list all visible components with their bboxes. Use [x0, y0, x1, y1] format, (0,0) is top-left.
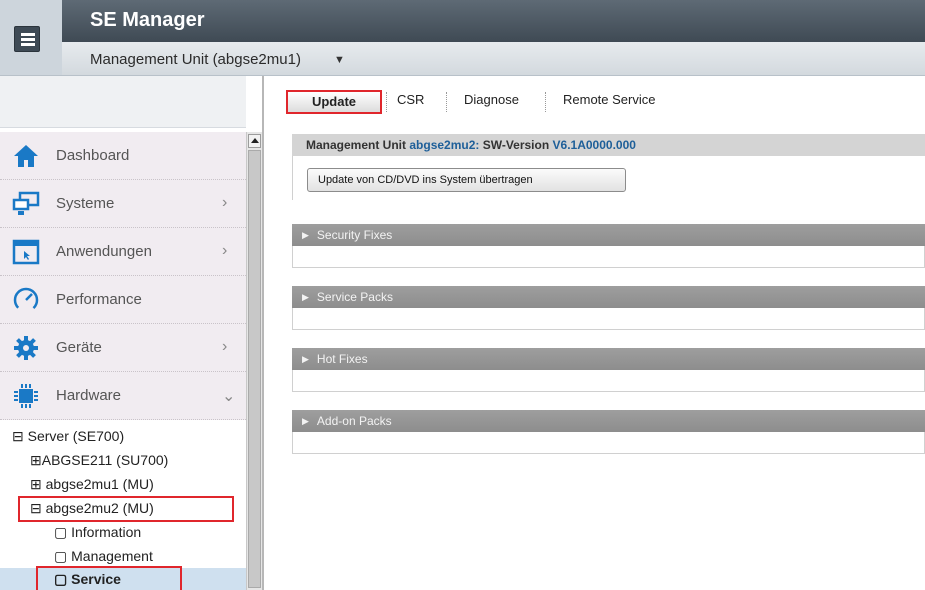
section-service-packs: ▶ Service Packs [292, 286, 925, 330]
chevron-right-icon[interactable]: › [222, 194, 227, 212]
sidebar: Dashboard Systeme › Anwendungen › Perfor… [0, 76, 262, 590]
monitor-icon [12, 191, 40, 215]
tree-node-information[interactable]: ▢ Information [54, 524, 141, 541]
expand-icon[interactable]: ▶ [302, 230, 309, 240]
section-header[interactable]: ▶ Hot Fixes [292, 348, 925, 370]
chevron-right-icon[interactable]: › [222, 242, 227, 260]
chevron-down-icon[interactable]: ⌄ [222, 386, 235, 406]
section-header[interactable]: ▶ Security Fixes [292, 224, 925, 246]
section-hot-fixes: ▶ Hot Fixes [292, 348, 925, 392]
section-header[interactable]: ▶ Add-on Packs [292, 410, 925, 432]
scroll-thumb[interactable] [248, 150, 261, 588]
home-icon [14, 145, 38, 167]
nav-item-performance[interactable]: Performance [0, 276, 246, 324]
nav-label: Performance [56, 291, 142, 308]
nav-item-anwendungen[interactable]: Anwendungen › [0, 228, 246, 276]
section-title: Service Packs [316, 290, 393, 304]
sidebar-scrollbar[interactable] [246, 132, 262, 590]
update-from-cd-button[interactable]: Update von CD/DVD ins System übertragen [307, 168, 626, 192]
chevron-right-icon[interactable]: › [222, 338, 227, 356]
nav-list: Dashboard Systeme › Anwendungen › Perfor… [0, 132, 246, 420]
section-body [292, 432, 925, 454]
tree-node-abgse2mu2[interactable]: ⊟ abgse2mu2 (MU) [30, 500, 154, 517]
tree-node-service[interactable]: ▢ Service [54, 571, 121, 588]
section-addon-packs: ▶ Add-on Packs [292, 410, 925, 454]
app-title: SE Manager [90, 9, 205, 31]
nav-item-geraete[interactable]: Geräte › [0, 324, 246, 372]
unit-name: abgse2mu2: [409, 138, 480, 152]
tab-update[interactable]: Update [286, 90, 382, 114]
sw-version-body: Update von CD/DVD ins System übertragen [292, 156, 925, 200]
tree-node-abgse211[interactable]: ⊞ABGSE211 (SU700) [30, 452, 168, 469]
tab-separator [446, 92, 447, 112]
section-body [292, 246, 925, 268]
tab-bar: Update CSR Diagnose Remote Service [264, 76, 925, 128]
nav-label: Dashboard [56, 147, 130, 164]
section-header[interactable]: ▶ Service Packs [292, 286, 925, 308]
nav-item-dashboard[interactable]: Dashboard [0, 132, 246, 180]
chevron-down-icon[interactable]: ▼ [334, 54, 345, 66]
gauge-icon [13, 287, 39, 313]
section-body [292, 370, 925, 392]
nav-item-systeme[interactable]: Systeme › [0, 180, 246, 228]
tree-node-management[interactable]: ▢ Management [54, 548, 153, 565]
hamburger-menu-icon[interactable] [14, 26, 40, 52]
tree-node-abgse2mu1[interactable]: ⊞ abgse2mu1 (MU) [30, 476, 154, 493]
tab-separator [386, 92, 387, 112]
scroll-up-icon[interactable] [248, 134, 261, 148]
nav-label: Anwendungen [56, 243, 152, 260]
tab-diagnose[interactable]: Diagnose [464, 92, 519, 107]
sw-version-label: SW-Version [482, 138, 550, 152]
app-header: SE Manager Management Unit (abgse2mu1) ▼ [0, 0, 925, 76]
unit-prefix: Management Unit [306, 138, 407, 152]
section-security-fixes: ▶ Security Fixes [292, 224, 925, 268]
tab-csr[interactable]: CSR [397, 92, 424, 107]
nav-label: Geräte [56, 339, 102, 356]
sidebar-top [0, 76, 246, 128]
sw-version-header: Management Unit abgse2mu2: SW-Version V6… [292, 134, 925, 156]
chip-icon [14, 384, 38, 408]
nav-label: Hardware [56, 387, 122, 404]
sw-version-value: V6.1A0000.000 [552, 138, 636, 152]
gear-icon [14, 336, 38, 360]
main-panel: Update CSR Diagnose Remote Service Manag… [264, 76, 925, 590]
top-bar: SE Manager [62, 0, 925, 42]
expand-icon[interactable]: ▶ [302, 416, 309, 426]
tree-node-server[interactable]: ⊟ Server (SE700) [12, 428, 124, 445]
tab-separator [545, 92, 546, 112]
expand-icon[interactable]: ▶ [302, 292, 309, 302]
tab-remote-service[interactable]: Remote Service [563, 92, 655, 107]
section-body [292, 308, 925, 330]
nav-item-hardware[interactable]: Hardware ⌄ [0, 372, 246, 420]
section-title: Hot Fixes [316, 352, 368, 366]
unit-selector[interactable]: Management Unit (abgse2mu1) [90, 51, 301, 68]
expand-icon[interactable]: ▶ [302, 354, 309, 364]
unit-bar: Management Unit (abgse2mu1) ▼ [62, 42, 925, 76]
window-icon [12, 239, 40, 265]
section-title: Add-on Packs [316, 414, 392, 428]
nav-label: Systeme [56, 195, 115, 212]
menu-tile [0, 0, 62, 76]
section-title: Security Fixes [316, 228, 393, 242]
